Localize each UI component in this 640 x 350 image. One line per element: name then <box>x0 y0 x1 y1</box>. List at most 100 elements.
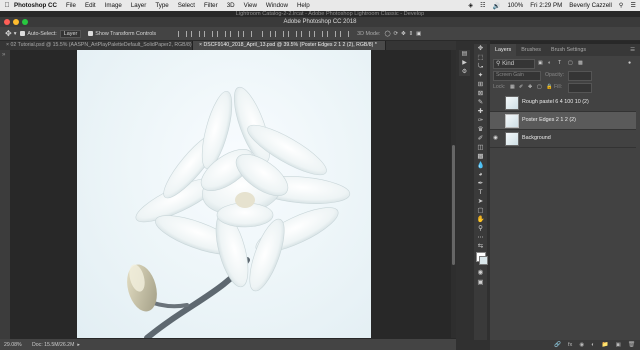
menu-layer[interactable]: Layer <box>131 2 146 9</box>
pen-tool-icon[interactable]: ✒ <box>474 179 487 188</box>
volume-icon[interactable]: 🔊 <box>493 2 501 10</box>
align-top-icon[interactable] <box>178 30 188 37</box>
screen-mode-icon[interactable]: ▣ <box>474 278 487 287</box>
menu-select[interactable]: Select <box>178 2 195 9</box>
3d-roll-icon[interactable]: ⟳ <box>394 31 399 37</box>
lock-position-icon[interactable]: ✥ <box>528 84 532 90</box>
window-titlebar[interactable]: Adobe Photoshop CC 2018 <box>0 17 640 27</box>
menu-help[interactable]: Help <box>297 2 310 9</box>
quick-select-tool-icon[interactable]: ✦ <box>474 71 487 80</box>
menu-type[interactable]: Type <box>155 2 168 9</box>
clock[interactable]: Fri 2:29 PM <box>530 2 562 9</box>
3d-scale-icon[interactable]: ▣ <box>416 31 421 37</box>
distribute-top-icon[interactable] <box>262 30 272 37</box>
delete-layer-icon[interactable]: 🗑 <box>628 342 635 348</box>
new-layer-icon[interactable]: ▣ <box>616 342 621 348</box>
adjustment-layer-icon[interactable]: ◐ <box>591 342 594 348</box>
filter-smart-object-icon[interactable]: ▩ <box>578 60 583 66</box>
menu-edit[interactable]: Edit <box>85 2 96 9</box>
zoom-tool-icon[interactable]: ⚲ <box>474 224 487 233</box>
layer-row-background[interactable]: ◉ Background <box>490 130 636 148</box>
lock-all-icon[interactable]: 🔒 <box>546 84 552 90</box>
fill-field[interactable] <box>568 83 592 93</box>
tab-brushes[interactable]: Brushes <box>516 44 546 56</box>
panel-menu-icon[interactable]: ☰ <box>625 44 640 56</box>
clone-stamp-tool-icon[interactable]: ♛ <box>474 125 487 134</box>
opacity-field[interactable] <box>568 71 592 81</box>
add-mask-icon[interactable]: ◉ <box>579 342 584 348</box>
user-name[interactable]: Beverly Cazzell <box>569 2 612 9</box>
layer-name[interactable]: Rough pastel 6 4 100 10 (2) <box>522 98 589 107</box>
move-tool-icon[interactable]: ✥ <box>5 29 12 38</box>
search-icon[interactable]: ⚲ <box>619 2 624 9</box>
filter-pixel-icon[interactable]: ▣ <box>538 60 543 66</box>
eraser-tool-icon[interactable]: ◫ <box>474 143 487 152</box>
distribute-left-icon[interactable] <box>301 30 311 37</box>
layer-name[interactable]: Background <box>522 134 551 143</box>
menu-view[interactable]: View <box>244 2 257 9</box>
history-icon[interactable]: ▤ <box>459 50 470 59</box>
rectangle-tool-icon[interactable]: ▢ <box>474 206 487 215</box>
scrollbar-thumb[interactable] <box>452 145 455 265</box>
align-hcenter-icon[interactable] <box>230 30 240 37</box>
collapse-toolbar-icon[interactable]: » <box>2 52 5 58</box>
list-icon[interactable]: ☰ <box>630 2 636 9</box>
blur-tool-icon[interactable]: 💧 <box>474 161 487 170</box>
tab-brush-settings[interactable]: Brush Settings <box>546 44 591 56</box>
blend-mode-select[interactable]: Screen Gain <box>493 71 541 81</box>
menu-filter[interactable]: Filter <box>204 2 218 9</box>
distribute-hcenter-icon[interactable] <box>314 30 324 37</box>
tool-preset-chevron-icon[interactable]: ▾ <box>14 31 17 37</box>
lock-pixels-icon[interactable]: ▦ <box>510 84 515 90</box>
menu-image[interactable]: Image <box>105 2 122 9</box>
type-tool-icon[interactable]: T <box>474 188 487 197</box>
filter-toggle-icon[interactable]: ● <box>628 60 631 66</box>
actions-icon[interactable]: ▶ <box>459 59 470 68</box>
brush-tool-icon[interactable]: ✑ <box>474 116 487 125</box>
status-menu-icon[interactable]: ▸ <box>77 342 80 348</box>
align-right-icon[interactable] <box>243 30 253 37</box>
layer-name[interactable]: Poster Edges 2 1 2 (2) <box>522 116 576 125</box>
distribute-right-icon[interactable] <box>327 30 337 37</box>
menu-file[interactable]: File <box>66 2 76 9</box>
close-tab-icon[interactable]: × <box>6 42 9 48</box>
crop-tool-icon[interactable]: ⊞ <box>474 80 487 89</box>
auto-align-icon[interactable] <box>340 30 350 37</box>
link-layers-icon[interactable]: 🔗 <box>554 342 561 348</box>
swap-colors-icon[interactable]: ⇆ <box>474 242 487 251</box>
align-vcenter-icon[interactable] <box>191 30 201 37</box>
marquee-tool-icon[interactable]: ⬚ <box>474 53 487 62</box>
filter-adjustment-icon[interactable]: ◐ <box>548 60 551 66</box>
frame-tool-icon[interactable]: ⊠ <box>474 89 487 98</box>
hand-tool-icon[interactable]: ✋ <box>474 215 487 224</box>
properties-icon[interactable]: ⚙ <box>459 68 470 77</box>
dropbox-icon[interactable]: ◈ <box>468 2 473 9</box>
filter-shape-icon[interactable]: ▢ <box>568 60 573 66</box>
align-bottom-icon[interactable] <box>204 30 214 37</box>
align-left-icon[interactable] <box>217 30 227 37</box>
document-canvas[interactable] <box>77 50 371 338</box>
battery-percent[interactable]: 100% <box>507 2 523 9</box>
3d-orbit-icon[interactable]: ◯ <box>385 31 391 37</box>
3d-slide-icon[interactable]: ⇕ <box>409 31 414 37</box>
tab-dscf9140[interactable]: × DSCF9140_2018_April_13.psd @ 39.5% (Po… <box>193 41 386 50</box>
background-color-swatch[interactable] <box>479 256 488 265</box>
gradient-tool-icon[interactable]: ▩ <box>474 152 487 161</box>
healing-brush-tool-icon[interactable]: ✚ <box>474 107 487 116</box>
layer-row-poster-edges[interactable]: Poster Edges 2 1 2 (2) <box>490 112 636 130</box>
zoom-level[interactable]: 29.08% <box>4 342 32 348</box>
layer-row-rough-pastel[interactable]: Rough pastel 6 4 100 10 (2) <box>490 94 636 112</box>
path-selection-tool-icon[interactable]: ➤ <box>474 197 487 206</box>
auto-select-dropdown[interactable]: Layer <box>59 29 82 38</box>
filter-type-icon[interactable]: T <box>558 60 561 66</box>
lasso-tool-icon[interactable]: ⤿ <box>474 62 487 71</box>
close-tab-icon[interactable]: × <box>199 42 202 48</box>
eyedropper-tool-icon[interactable]: ✎ <box>474 98 487 107</box>
tab-layers[interactable]: Layers <box>490 44 517 56</box>
distribute-bottom-icon[interactable] <box>288 30 298 37</box>
quick-mask-icon[interactable]: ◉ <box>474 268 487 277</box>
lock-image-icon[interactable]: ✐ <box>519 84 523 90</box>
move-tool-icon[interactable]: ✥ <box>474 44 487 53</box>
distribute-vcenter-icon[interactable] <box>275 30 285 37</box>
wifi-icon[interactable]: ☷ <box>480 2 486 9</box>
